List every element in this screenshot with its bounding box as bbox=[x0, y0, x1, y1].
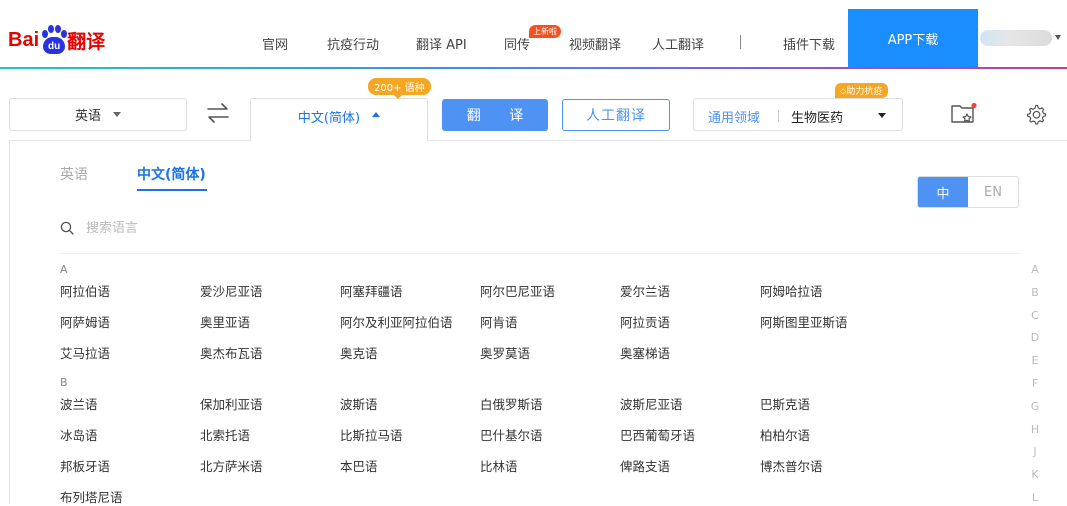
domain-label: 通用领域 bbox=[708, 111, 761, 126]
tab-english[interactable]: 英语 bbox=[60, 164, 88, 184]
nav-plugin-download[interactable]: 插件下载 bbox=[783, 34, 835, 53]
source-language-label: 英语 bbox=[74, 109, 101, 124]
caret-down-icon bbox=[113, 112, 121, 117]
nav-anti-epidemic[interactable]: 抗疫行动 bbox=[327, 34, 379, 53]
alphabet-index-letter[interactable]: C bbox=[1029, 309, 1041, 322]
language-option[interactable]: 爱尔兰语 bbox=[620, 281, 670, 300]
language-option[interactable]: 奥塞梯语 bbox=[620, 343, 670, 362]
nav-human-translate[interactable]: 人工翻译 bbox=[652, 34, 704, 53]
target-language-select[interactable]: 中文(简体) bbox=[250, 98, 428, 141]
nav-official-site[interactable]: 官网 bbox=[262, 34, 288, 53]
new-badge: 上新啦 bbox=[529, 25, 561, 38]
language-option[interactable]: 俾路支语 bbox=[620, 456, 670, 475]
tab-chinese-simplified[interactable]: 中文(简体) bbox=[137, 164, 206, 184]
user-avatar[interactable] bbox=[980, 30, 1052, 46]
language-option[interactable]: 比林语 bbox=[480, 456, 518, 475]
language-option[interactable]: 奥克语 bbox=[340, 343, 378, 362]
language-option[interactable]: 奥杰布瓦语 bbox=[200, 343, 263, 362]
nav-gradient-line bbox=[0, 67, 1067, 69]
language-option[interactable]: 爱沙尼亚语 bbox=[200, 281, 263, 300]
language-option[interactable]: 奥罗莫语 bbox=[480, 343, 530, 362]
language-option[interactable]: 波斯尼亚语 bbox=[620, 394, 683, 413]
language-option[interactable]: 阿斯图里亚斯语 bbox=[760, 312, 848, 331]
caret-up-icon bbox=[372, 112, 381, 117]
logo-fanyi-text: 翻译 bbox=[67, 30, 106, 53]
logo-du-text: du bbox=[43, 37, 66, 54]
language-search-input[interactable] bbox=[86, 219, 386, 237]
translate-button[interactable]: 翻 译 bbox=[442, 99, 548, 131]
alphabet-index-letter[interactable]: G bbox=[1029, 400, 1041, 413]
alphabet-index-letter[interactable]: L bbox=[1029, 491, 1041, 504]
baidu-fanyi-logo[interactable]: Bai du 翻译 bbox=[8, 24, 105, 56]
anti-epidemic-badge: ⬦助力抗疫 bbox=[835, 83, 889, 98]
alphabet-index-letter[interactable]: F bbox=[1029, 377, 1041, 390]
language-option[interactable]: 阿拉伯语 bbox=[60, 281, 110, 300]
domain-value: 生物医药 bbox=[791, 111, 844, 126]
domain-select[interactable]: 通用领域 生物医药 bbox=[693, 98, 903, 131]
favorites-folder-icon[interactable] bbox=[950, 102, 978, 126]
language-option[interactable]: 巴什基尔语 bbox=[480, 425, 543, 444]
domain-separator bbox=[778, 110, 779, 122]
language-picker-panel bbox=[9, 140, 1067, 504]
active-tab-underline bbox=[137, 189, 207, 191]
language-option[interactable]: 柏柏尔语 bbox=[760, 425, 810, 444]
language-option[interactable]: 巴西葡萄牙语 bbox=[620, 425, 695, 444]
alphabet-index-letter[interactable]: K bbox=[1029, 468, 1041, 481]
language-option[interactable]: 阿拉贡语 bbox=[620, 312, 670, 331]
language-option[interactable]: 阿萨姆语 bbox=[60, 312, 110, 331]
language-option[interactable]: 阿姆哈拉语 bbox=[760, 281, 823, 300]
language-option[interactable]: 比斯拉马语 bbox=[340, 425, 403, 444]
language-option[interactable]: 布列塔尼语 bbox=[60, 487, 123, 506]
group-letter: A bbox=[60, 263, 68, 276]
alphabet-index-letter[interactable]: B bbox=[1029, 286, 1041, 299]
language-option[interactable]: 北索托语 bbox=[200, 425, 250, 444]
language-option[interactable]: 白俄罗斯语 bbox=[480, 394, 543, 413]
language-option[interactable]: 巴斯克语 bbox=[760, 394, 810, 413]
alphabet-index-letter[interactable]: H bbox=[1029, 423, 1041, 436]
nav-video-translate[interactable]: 视频翻译 bbox=[569, 34, 621, 53]
language-option[interactable]: 奥里亚语 bbox=[200, 312, 250, 331]
swap-languages-icon[interactable] bbox=[205, 102, 231, 124]
search-icon bbox=[60, 221, 74, 235]
alphabet-index-letter[interactable]: D bbox=[1029, 331, 1041, 344]
language-option[interactable]: 邦板牙语 bbox=[60, 456, 110, 475]
alphabet-index-letter[interactable]: A bbox=[1029, 263, 1041, 276]
nav-simultaneous[interactable]: 同传 bbox=[504, 34, 530, 53]
language-option[interactable]: 阿尔及利亚阿拉伯语 bbox=[340, 312, 453, 331]
target-language-label: 中文(简体) bbox=[297, 111, 361, 126]
app-download-button[interactable]: APP下载 bbox=[848, 9, 978, 67]
caret-down-icon bbox=[878, 113, 886, 118]
label-language-toggle: 中 EN bbox=[917, 176, 1019, 208]
chevron-down-icon[interactable] bbox=[1055, 35, 1061, 40]
language-option[interactable]: 波兰语 bbox=[60, 394, 98, 413]
group-letter: B bbox=[60, 376, 68, 389]
alphabet-index-letter[interactable]: E bbox=[1029, 354, 1041, 367]
language-count-badge: 200+ 语种 bbox=[368, 78, 431, 99]
baidu-paw-icon: du bbox=[40, 25, 68, 55]
language-option[interactable]: 本巴语 bbox=[340, 456, 378, 475]
human-translate-button[interactable]: 人工翻译 bbox=[562, 99, 670, 131]
settings-gear-icon[interactable] bbox=[1025, 103, 1047, 125]
language-option[interactable]: 冰岛语 bbox=[60, 425, 98, 444]
language-option[interactable]: 阿塞拜疆语 bbox=[340, 281, 403, 300]
language-option[interactable]: 博杰普尔语 bbox=[760, 456, 823, 475]
toggle-english[interactable]: EN bbox=[968, 177, 1018, 207]
toggle-chinese[interactable]: 中 bbox=[918, 177, 968, 207]
nav-translate-api[interactable]: 翻译 API bbox=[416, 34, 467, 53]
language-option[interactable]: 艾马拉语 bbox=[60, 343, 110, 362]
top-nav: Bai du 翻译 官网 抗疫行动 翻译 API 同传 上新啦 视频翻译 人工翻… bbox=[0, 0, 1067, 69]
alphabet-index-letter[interactable]: J bbox=[1029, 445, 1041, 458]
logo-bai-text: Bai bbox=[8, 28, 40, 51]
language-option[interactable]: 保加利亚语 bbox=[200, 394, 263, 413]
source-language-select[interactable]: 英语 bbox=[9, 98, 187, 131]
panel-divider bbox=[60, 253, 1020, 254]
language-option[interactable]: 波斯语 bbox=[340, 394, 378, 413]
language-option[interactable]: 北方萨米语 bbox=[200, 456, 263, 475]
nav-separator bbox=[740, 35, 741, 49]
language-option[interactable]: 阿肯语 bbox=[480, 312, 518, 331]
language-option[interactable]: 阿尔巴尼亚语 bbox=[480, 281, 555, 300]
